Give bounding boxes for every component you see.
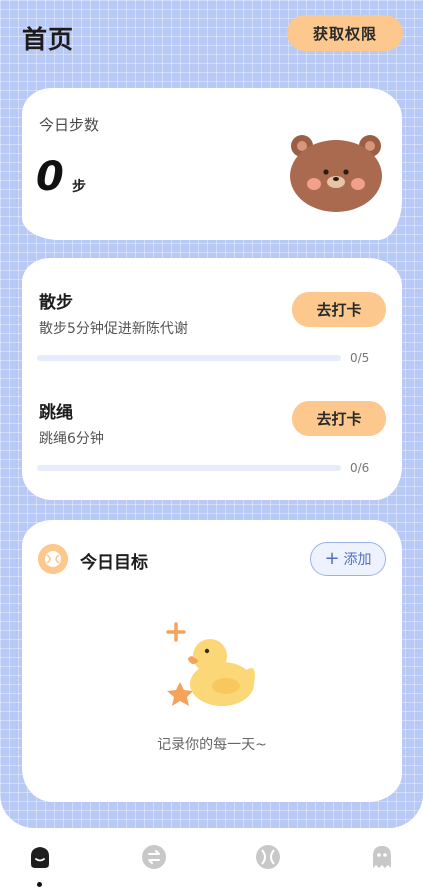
tab-ghost[interactable]: [362, 844, 402, 884]
ball-icon: [38, 544, 68, 574]
tab-home[interactable]: [20, 844, 60, 884]
task-description: 散步5分钟促进新陈代谢: [39, 321, 188, 337]
goal-title: 今日目标: [80, 553, 148, 573]
active-tab-indicator: [37, 882, 42, 887]
exchange-icon: [142, 845, 166, 869]
tab-ball[interactable]: [248, 844, 288, 884]
ghost-icon: [373, 846, 391, 868]
duck-illustration: [166, 622, 255, 706]
walk-checkin-button[interactable]: 去打卡: [292, 292, 386, 327]
walk-progress-count: 0/5: [350, 351, 370, 365]
add-goal-button[interactable]: + 添加: [310, 542, 386, 576]
tasks-card: 散步 散步5分钟促进新陈代谢 去打卡 0/5 跳绳 跳绳6分钟 去打卡 0/6: [22, 258, 402, 500]
task-description: 跳绳6分钟: [39, 431, 104, 447]
bottom-tab-bar: [0, 830, 423, 891]
jumprope-checkin-button[interactable]: 去打卡: [292, 401, 386, 436]
steps-card: 今日步数 0 步: [22, 88, 402, 240]
steps-unit: 步: [72, 179, 86, 195]
jumprope-progress-count: 0/6: [350, 461, 370, 475]
steps-value: 0: [36, 154, 64, 200]
bear-illustration: [290, 135, 382, 212]
add-goal-label: 添加: [343, 552, 372, 568]
home-icon: [31, 847, 49, 868]
task-title: 散步: [39, 293, 73, 313]
task-title: 跳绳: [39, 403, 73, 423]
tab-exchange[interactable]: [134, 844, 174, 884]
ball-icon: [256, 845, 280, 869]
header: 首页 获取权限: [0, 0, 423, 70]
goal-card: 今日目标 + 添加 记录你的每一天~: [22, 520, 402, 802]
walk-progress-bar: [37, 355, 341, 361]
page-title: 首页: [22, 25, 75, 54]
jumprope-progress-bar: [37, 465, 341, 471]
plus-icon: +: [324, 548, 340, 569]
steps-label: 今日步数: [39, 116, 100, 134]
get-permission-button[interactable]: 获取权限: [287, 15, 403, 51]
goal-empty-text: 记录你的每一天~: [157, 737, 267, 753]
